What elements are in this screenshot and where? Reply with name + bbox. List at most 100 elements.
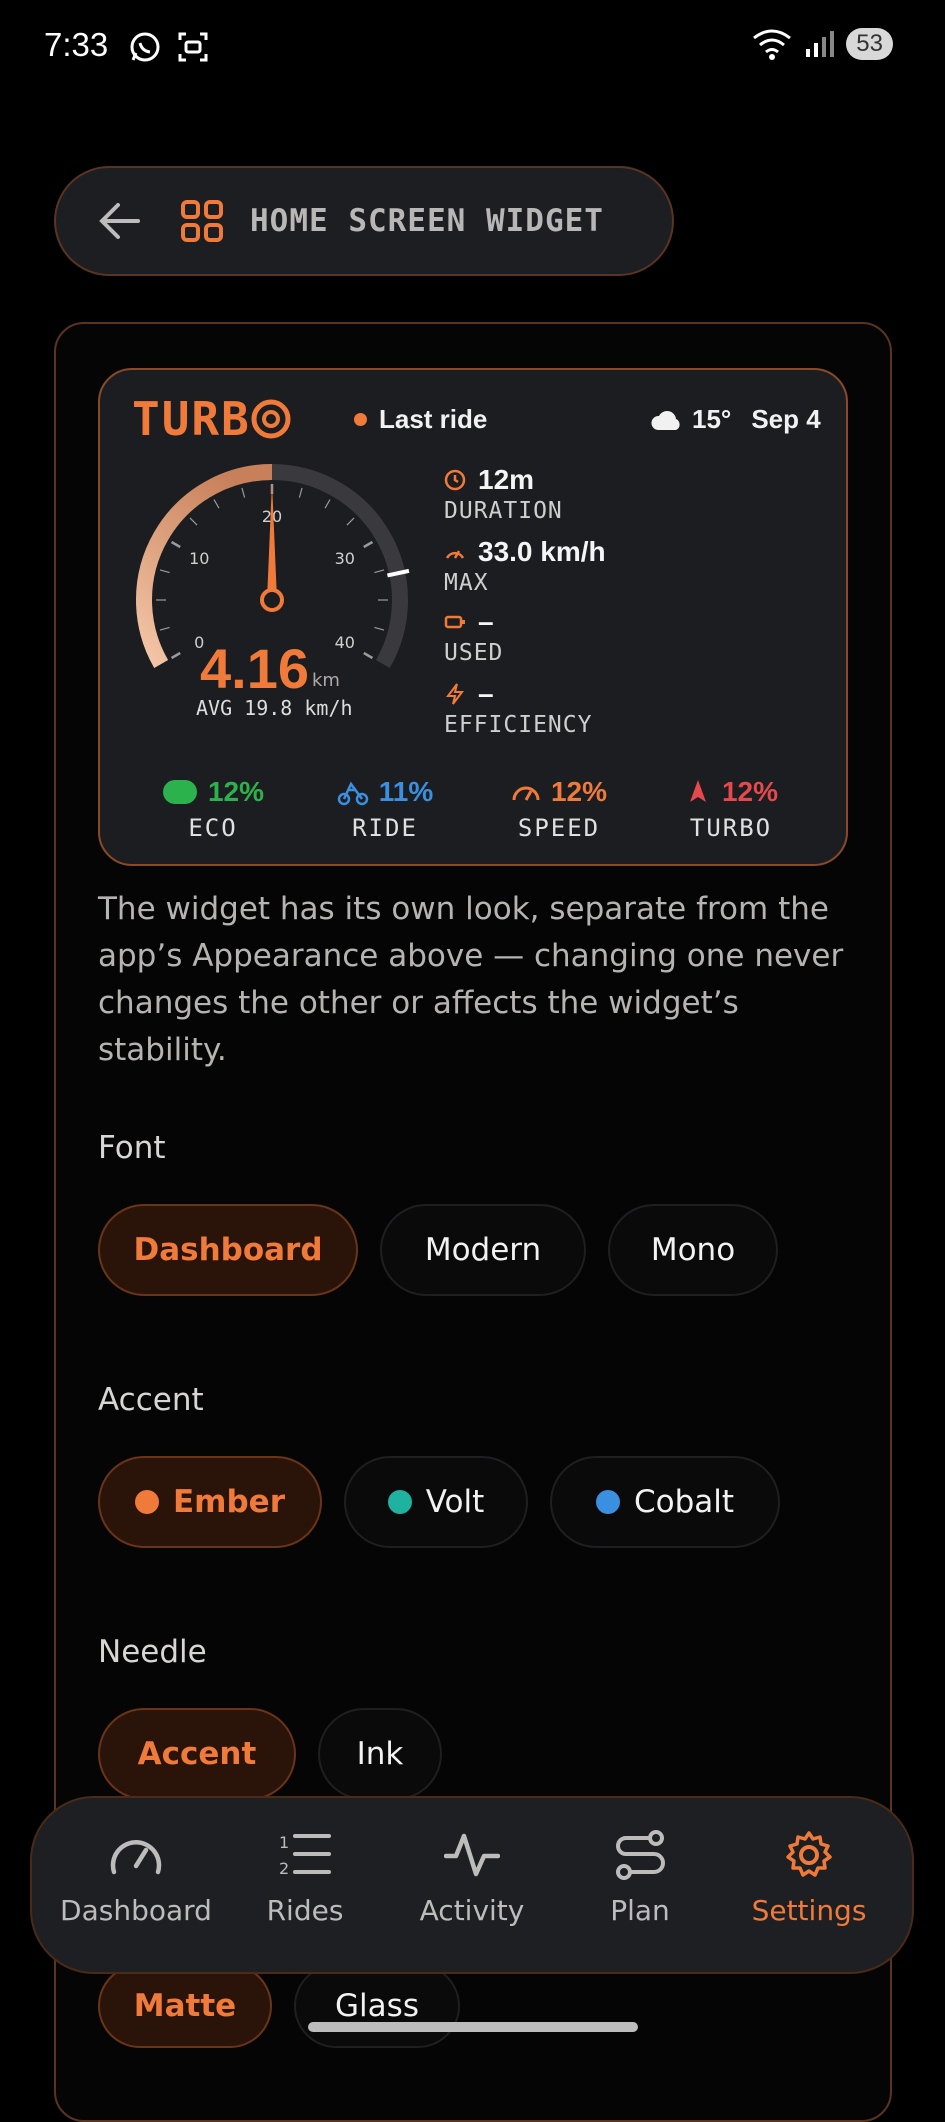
- battery-icon: [444, 615, 465, 629]
- stat-value: –: [478, 606, 494, 637]
- logo-text: TURB: [132, 392, 251, 446]
- accent-option-label: Volt: [425, 1484, 485, 1520]
- home-indicator[interactable]: [308, 2022, 638, 2032]
- font-option-dashboard[interactable]: Dashboard: [98, 1204, 358, 1296]
- gauge-tick: [213, 499, 220, 509]
- needle-section-label: Needle: [98, 1634, 207, 1670]
- stat-efficiency: – EFFICIENCY: [444, 678, 592, 738]
- mode-label: SPEED: [517, 814, 601, 842]
- pulse-icon: [444, 1833, 500, 1877]
- stat-label: EFFICIENCY: [444, 712, 593, 738]
- mode-value: 12%: [550, 776, 608, 807]
- nav-rides[interactable]: 12 Rides: [220, 1830, 390, 1927]
- nav-label: Settings: [751, 1894, 867, 1927]
- stat-label: USED: [444, 640, 504, 666]
- needle-option-ink[interactable]: Ink: [318, 1708, 442, 1800]
- gauge-tick-label: 10: [189, 549, 209, 568]
- nav-dashboard[interactable]: Dashboard: [51, 1830, 221, 1927]
- mode-label: TURBO: [689, 814, 773, 842]
- widget-description: The widget has its own look, separate fr…: [98, 891, 844, 1068]
- nav-label: Rides: [266, 1894, 344, 1927]
- stat-label: DURATION: [444, 498, 563, 524]
- mode-value: 12%: [207, 776, 265, 807]
- svg-text:1: 1: [279, 1833, 289, 1852]
- gauge-tick-label: 30: [335, 549, 355, 568]
- mode-label: RIDE: [352, 814, 418, 842]
- last-ride-label: Last ride: [354, 404, 487, 435]
- stat-used: – USED: [444, 606, 503, 666]
- needle-option-accent[interactable]: Accent: [98, 1708, 296, 1800]
- nav-plan[interactable]: Plan: [555, 1830, 725, 1927]
- ride-date: Sep 4: [751, 404, 821, 434]
- bolt-icon: [446, 683, 464, 705]
- finish-option-glass[interactable]: Glass: [294, 1964, 460, 2048]
- page-title: HOME SCREEN WIDGET: [250, 203, 604, 239]
- screenshot-icon: [178, 32, 208, 62]
- status-right: 53: [752, 28, 893, 60]
- grid-icon: [181, 200, 223, 242]
- mode-eco: 12% ECO: [138, 776, 288, 842]
- gauge-tick: [374, 626, 385, 631]
- live-dot-icon: [354, 413, 367, 426]
- nav-label: Activity: [419, 1894, 525, 1927]
- gauge-needle: [267, 482, 277, 600]
- back-arrow-icon[interactable]: [98, 201, 142, 241]
- gauge-tick: [241, 487, 246, 498]
- mode-ride: 11% RIDE: [310, 776, 460, 842]
- stat-label: MAX: [444, 570, 489, 596]
- finish-option-matte[interactable]: Matte: [98, 1964, 272, 2048]
- signal-icon: [806, 31, 835, 57]
- status-time: 7:33: [44, 26, 109, 63]
- turbo-logo: TURB: [132, 392, 291, 446]
- nav-activity[interactable]: Activity: [387, 1830, 557, 1927]
- battery-level: 53: [846, 28, 893, 60]
- stat-value: –: [478, 678, 494, 709]
- stat-max: 33.0 km/h MAX: [444, 536, 606, 596]
- gauge-tick: [159, 626, 170, 631]
- average-speed: AVG 19.8 km/h: [196, 696, 353, 720]
- nav-label: Plan: [610, 1894, 670, 1927]
- gauge-tick: [346, 517, 355, 526]
- gauge-tick: [363, 651, 374, 660]
- distance-unit: km: [312, 670, 340, 691]
- cobalt-color-icon: [595, 1490, 620, 1514]
- gauge-tick: [374, 569, 385, 574]
- temperature: 15°: [692, 404, 732, 434]
- mode-value: 12%: [721, 776, 779, 807]
- accent-option-volt[interactable]: Volt: [344, 1456, 528, 1548]
- leaf-icon: [162, 780, 197, 804]
- font-option-modern[interactable]: Modern: [380, 1204, 586, 1296]
- route-icon: [616, 1830, 665, 1880]
- font-section-label: Font: [98, 1130, 166, 1166]
- stat-value: 12m: [478, 464, 535, 495]
- wifi-icon: [753, 29, 792, 60]
- list-icon: 12: [279, 1833, 331, 1878]
- status-notification-icons: [128, 30, 210, 64]
- mode-value: 11%: [378, 776, 434, 807]
- gauge-tick: [189, 517, 198, 526]
- cloud-icon: [651, 410, 680, 430]
- whatsapp-icon: [130, 32, 160, 62]
- accent-option-ember[interactable]: Ember: [98, 1456, 322, 1548]
- speedometer-icon: [445, 550, 465, 559]
- wheel-icon: [251, 399, 291, 439]
- accent-option-label: Cobalt: [633, 1484, 735, 1520]
- rocket-icon: [689, 780, 706, 802]
- font-option-mono[interactable]: Mono: [608, 1204, 778, 1296]
- gauge-tick: [298, 487, 303, 498]
- distance-value: 4.16: [200, 637, 309, 700]
- gauge-tick: [170, 651, 181, 660]
- bike-icon: [337, 781, 368, 806]
- stat-value: 33.0 km/h: [478, 536, 606, 567]
- accent-option-cobalt[interactable]: Cobalt: [550, 1456, 780, 1548]
- gauge-needle-hub: [260, 588, 284, 612]
- nav-settings[interactable]: Settings: [724, 1830, 894, 1927]
- last-ride-text: Last ride: [379, 404, 488, 434]
- ember-color-icon: [135, 1490, 159, 1514]
- stat-duration: 12m DURATION: [444, 464, 563, 524]
- speedometer-icon: [512, 786, 540, 801]
- gauge-tick-label: 40: [335, 633, 355, 652]
- nav-label: Dashboard: [60, 1894, 212, 1927]
- gear-icon: [786, 1831, 832, 1877]
- gauge-tick: [159, 569, 170, 574]
